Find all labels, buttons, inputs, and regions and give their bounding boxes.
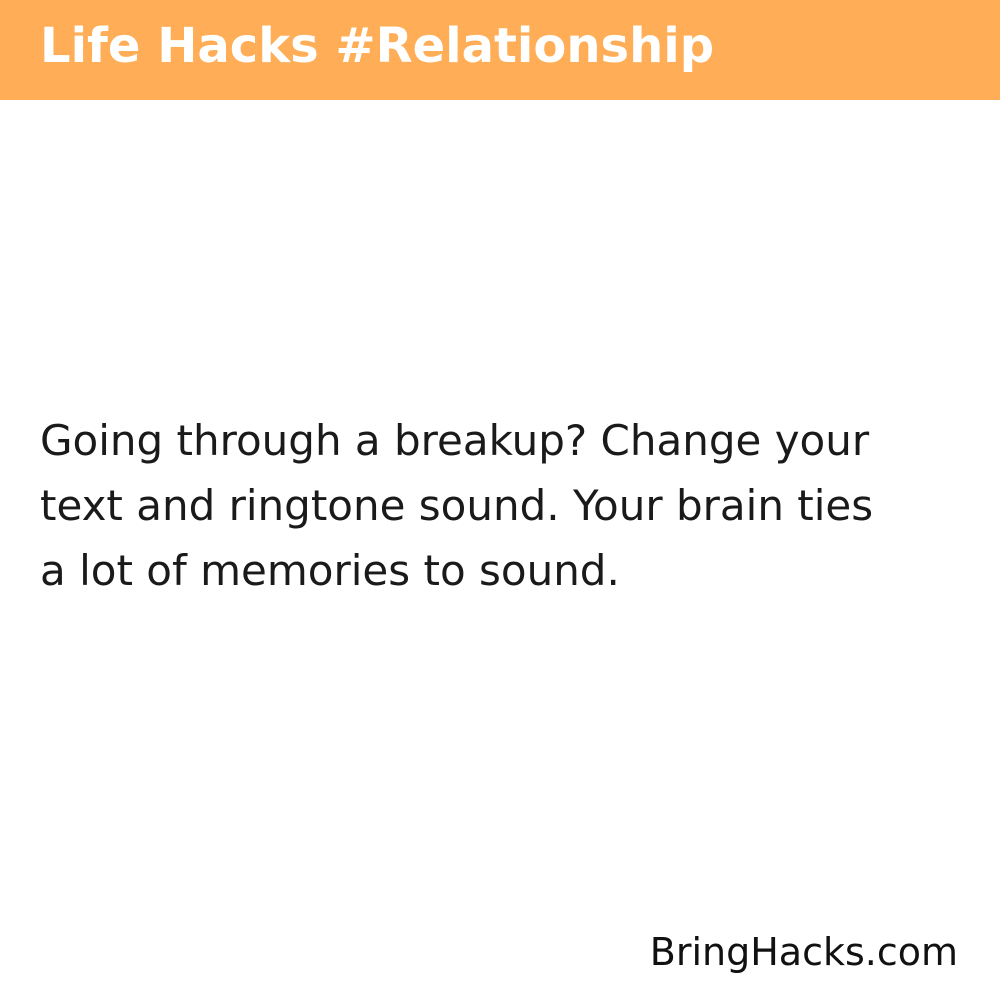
life-hack-card: Life Hacks #Relationship Going through a…	[0, 0, 1000, 1000]
site-watermark: BringHacks.com	[649, 930, 958, 974]
header-banner: Life Hacks #Relationship	[0, 0, 1000, 100]
tip-line-2: text and ringtone sound. Your brain ties	[40, 481, 874, 530]
page-title: Life Hacks #Relationship	[40, 18, 715, 74]
tip-text: Going through a breakup? Change your tex…	[40, 408, 960, 603]
tip-line-3: a lot of memories to sound.	[40, 546, 620, 595]
tip-line-1: Going through a breakup? Change your	[40, 416, 870, 465]
